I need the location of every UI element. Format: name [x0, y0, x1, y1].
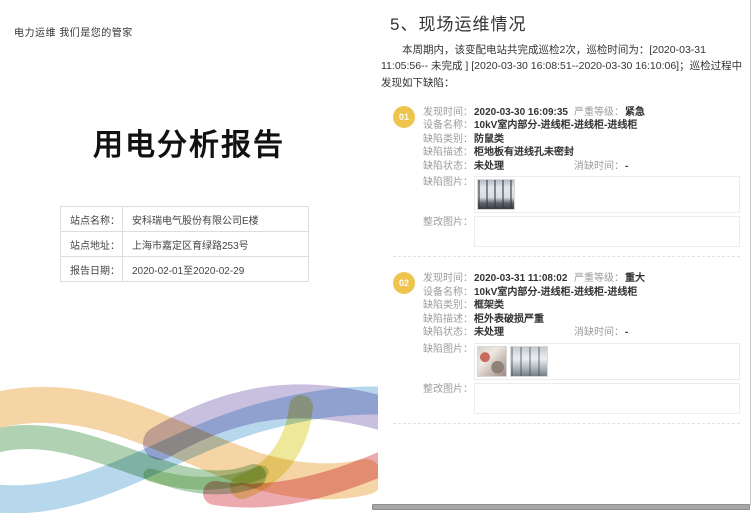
defect-status-value: 未处理 — [474, 326, 574, 340]
defect-images-label: 缺陷图片： — [423, 343, 474, 380]
found-time-value: 2020-03-30 16:09:35 — [474, 106, 574, 120]
defect-status-label: 缺陷状态： — [423, 326, 474, 340]
device-name-label: 设备名称： — [423, 286, 474, 300]
defect-index-badge: 01 — [393, 106, 415, 128]
device-name-value: 10kV室内部分-进线柜-进线柜-进线柜 — [474, 119, 637, 133]
severity-label: 严重等级： — [574, 272, 625, 286]
found-time-label: 发现时间： — [423, 106, 474, 120]
defect-description-label: 缺陷描述： — [423, 313, 474, 327]
clear-time-label: 消缺时间： — [574, 160, 625, 174]
table-row: 报告日期： 2020-02-01至2020-02-29 — [61, 257, 309, 282]
severity-value: 重大 — [625, 272, 645, 286]
decorative-waves-graphic — [0, 381, 378, 513]
defect-category-value: 防鼠类 — [474, 133, 504, 147]
rectify-images-box — [474, 383, 740, 414]
site-address-label: 站点地址： — [61, 232, 123, 257]
inspection-summary-text: 本周期内，该变配电站共完成巡检2次，巡检时间为：[2020-03-31 11:0… — [381, 42, 746, 91]
device-name-label: 设备名称： — [423, 119, 474, 133]
item-separator — [393, 256, 740, 257]
clear-time-label: 消缺时间： — [574, 326, 625, 340]
report-date-value: 2020-02-01至2020-02-29 — [123, 257, 309, 282]
table-row: 站点名称： 安科瑞电气股份有限公司E楼 — [61, 207, 309, 232]
defect-images-box — [474, 343, 740, 380]
severity-label: 严重等级： — [574, 106, 625, 120]
report-viewer: 电力运维 我们是您的管家 用电分析报告 站点名称： 安科瑞电气股份有限公司E楼 … — [0, 0, 756, 513]
defect-category-value: 框架类 — [474, 299, 504, 313]
site-name-label: 站点名称： — [61, 207, 123, 232]
device-name-value: 10kV室内部分-进线柜-进线柜-进线柜 — [474, 286, 637, 300]
item-separator — [393, 423, 740, 424]
cover-page: 电力运维 我们是您的管家 用电分析报告 站点名称： 安科瑞电气股份有限公司E楼 … — [0, 0, 378, 513]
defect-category-label: 缺陷类别： — [423, 133, 474, 147]
rectify-images-label: 整改图片： — [423, 383, 474, 414]
site-address-value: 上海市嘉定区育绿路253号 — [123, 232, 309, 257]
defect-photo-thumbnail[interactable] — [477, 346, 507, 377]
horizontal-scrollbar[interactable] — [372, 504, 750, 510]
defect-photo-thumbnail[interactable] — [477, 179, 515, 210]
defect-status-label: 缺陷状态： — [423, 160, 474, 174]
rectify-images-box — [474, 216, 740, 247]
defect-photo-thumbnail[interactable] — [510, 346, 548, 377]
severity-value: 紧急 — [625, 106, 645, 120]
defect-images-label: 缺陷图片： — [423, 176, 474, 213]
site-info-table: 站点名称： 安科瑞电气股份有限公司E楼 站点地址： 上海市嘉定区育绿路253号 … — [60, 206, 309, 282]
defect-description-value: 柜地板有进线孔未密封 — [474, 146, 574, 160]
defect-description-label: 缺陷描述： — [423, 146, 474, 160]
brand-tagline: 电力运维 我们是您的管家 — [14, 24, 133, 39]
defect-category-label: 缺陷类别： — [423, 299, 474, 313]
defect-item-02: 02 发现时间： 2020-03-31 11:08:02 严重等级： 重大 设备… — [393, 272, 740, 414]
report-page: 5、现场运维情况 本周期内，该变配电站共完成巡检2次，巡检时间为：[2020-0… — [378, 0, 751, 505]
table-row: 站点地址： 上海市嘉定区育绿路253号 — [61, 232, 309, 257]
section-title: 5、现场运维情况 — [390, 10, 746, 35]
report-date-label: 报告日期： — [61, 257, 123, 282]
clear-time-value: - — [625, 326, 628, 340]
rectify-images-label: 整改图片： — [423, 216, 474, 247]
defect-description-value: 柜外表破损严重 — [474, 313, 544, 327]
defect-index-badge: 02 — [393, 272, 415, 294]
defect-item-01: 01 发现时间： 2020-03-30 16:09:35 严重等级： 紧急 设备… — [393, 106, 740, 248]
clear-time-value: - — [625, 160, 628, 174]
found-time-value: 2020-03-31 11:08:02 — [474, 272, 574, 286]
defect-images-box — [474, 176, 740, 213]
defect-status-value: 未处理 — [474, 160, 574, 174]
site-name-value: 安科瑞电气股份有限公司E楼 — [123, 207, 309, 232]
found-time-label: 发现时间： — [423, 272, 474, 286]
report-title: 用电分析报告 — [0, 120, 378, 164]
